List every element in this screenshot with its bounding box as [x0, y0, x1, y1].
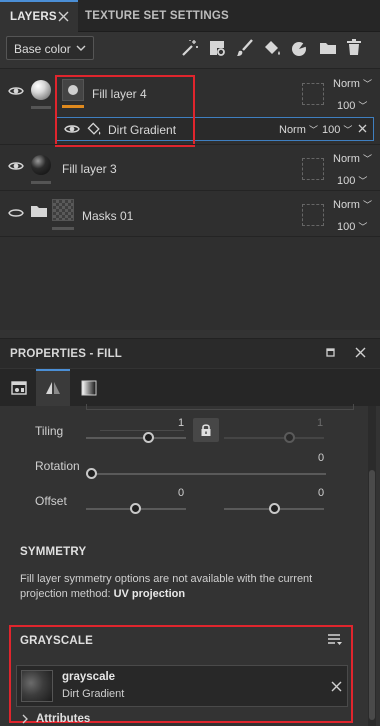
chevron-down-icon: ﹀ — [358, 176, 368, 186]
fill-layer-icon[interactable] — [207, 38, 227, 58]
mask-bar — [52, 227, 74, 230]
rotation-slider-track[interactable] — [86, 473, 326, 475]
tab-layers-label: LAYERS — [10, 11, 57, 23]
layer-blend-preview — [302, 204, 324, 226]
chevron-down-icon: ﹀ — [362, 79, 372, 89]
tiling-label: Tiling — [35, 424, 64, 438]
channel-dropdown-value: Base color — [14, 42, 71, 56]
blend-mode-value: Norm — [279, 124, 306, 136]
layer-divider — [0, 190, 380, 191]
scrollbar-thumb[interactable] — [369, 470, 375, 720]
layer-name[interactable]: Fill layer 3 — [62, 162, 117, 176]
rotation-label: Rotation — [35, 459, 80, 473]
blend-mode-select[interactable]: Norm ﹀ — [333, 198, 372, 211]
opacity-select[interactable]: 100 ﹀ — [322, 123, 352, 136]
tiling-value-2: 1 — [317, 417, 324, 429]
material-preview-bar — [31, 181, 51, 184]
channel-dropdown[interactable]: Base color — [6, 36, 94, 60]
opacity-value: 100 — [337, 221, 356, 233]
collapsed-section-edge — [86, 404, 354, 410]
tab-texture-set-settings[interactable]: TEXTURE SET SETTINGS — [85, 10, 229, 22]
highlight-box — [55, 75, 195, 147]
blend-mode-value: Norm — [333, 78, 360, 90]
tab-layers[interactable]: LAYERS — [0, 0, 78, 32]
group-mask-thumbnail[interactable] — [52, 199, 74, 221]
blend-mode-value: Norm — [333, 199, 360, 211]
paint-bucket-icon[interactable] — [262, 38, 282, 58]
remove-effect-icon[interactable] — [358, 124, 367, 133]
opacity-value: 100 — [322, 124, 341, 136]
blend-mode-select[interactable]: Norm ﹀ — [333, 152, 372, 165]
tab-general-settings[interactable] — [2, 369, 36, 406]
material-preview-sphere — [31, 80, 51, 100]
offset-u-value[interactable]: 0 — [178, 487, 184, 499]
tiling-value[interactable]: 1 — [178, 417, 184, 429]
chevron-down-icon: ﹀ — [358, 101, 368, 111]
add-effect-icon[interactable] — [290, 38, 310, 58]
chevron-down-icon — [76, 45, 86, 52]
properties-title: PROPERTIES - FILL — [10, 348, 123, 360]
highlight-box — [9, 625, 353, 723]
offset-label: Offset — [35, 494, 67, 508]
properties-header: PROPERTIES - FILL — [0, 338, 380, 368]
tab-uv-projection[interactable] — [36, 369, 70, 406]
maximize-icon[interactable] — [326, 348, 335, 357]
attributes-section-title[interactable]: Attributes — [36, 713, 90, 725]
chevron-down-icon: ﹀ — [358, 222, 368, 232]
symmetry-info-text: Fill layer symmetry options are not avai… — [20, 572, 360, 602]
blend-mode-select[interactable]: Norm ﹀ — [279, 123, 318, 136]
rotation-value[interactable]: 0 — [318, 452, 324, 464]
offset-v-slider-handle[interactable] — [269, 503, 280, 514]
layer-blend-preview — [302, 158, 324, 180]
opacity-value: 100 — [337, 100, 356, 112]
projection-method-name: UV projection — [113, 588, 186, 600]
tiling-lock-button[interactable] — [193, 418, 219, 442]
close-icon[interactable] — [355, 347, 366, 358]
tiling-slider-track-2 — [224, 437, 324, 439]
material-preview-sphere — [31, 155, 51, 175]
symmetry-section-title: SYMMETRY — [20, 546, 87, 558]
symmetry-triangle-icon — [46, 382, 60, 394]
symmetry-info-prefix: projection method: — [20, 588, 114, 600]
tiling-slider-handle-2 — [284, 432, 295, 443]
close-tab-icon[interactable] — [58, 11, 69, 22]
magic-wand-icon[interactable] — [180, 38, 200, 58]
layer-blend-preview — [302, 83, 324, 105]
visibility-eye-icon[interactable] — [8, 160, 24, 172]
blend-mode-value: Norm — [333, 153, 360, 165]
folder-icon[interactable] — [318, 38, 338, 58]
chevron-down-icon: ﹀ — [343, 125, 353, 135]
lock-icon — [201, 424, 211, 436]
chevron-down-icon: ﹀ — [362, 200, 372, 210]
opacity-select[interactable]: 100 ﹀ — [337, 99, 367, 112]
trash-icon[interactable] — [344, 38, 364, 58]
tiling-slider-handle[interactable] — [143, 432, 154, 443]
symmetry-info-line-1: Fill layer symmetry options are not avai… — [20, 573, 313, 585]
settings-panel-icon — [11, 381, 27, 395]
opacity-value: 100 — [337, 175, 356, 187]
offset-v-value[interactable]: 0 — [318, 487, 324, 499]
hidden-eye-icon[interactable] — [8, 207, 24, 219]
layer-divider — [0, 144, 380, 145]
symmetry-info-line-2: projection method: UV projection — [20, 587, 360, 602]
paint-brush-icon[interactable] — [235, 38, 255, 58]
layer-divider — [0, 68, 380, 69]
chevron-right-icon[interactable] — [22, 714, 28, 724]
offset-u-slider-handle[interactable] — [130, 503, 141, 514]
tab-material[interactable] — [72, 369, 106, 406]
material-preview-bar — [31, 106, 51, 109]
tiling-slider-track[interactable] — [86, 437, 186, 439]
chevron-down-icon: ﹀ — [308, 125, 318, 135]
opacity-select[interactable]: 100 ﹀ — [337, 220, 367, 233]
chevron-down-icon: ﹀ — [362, 154, 372, 164]
gradient-square-icon — [81, 380, 97, 396]
tiling-value-underline — [100, 430, 184, 431]
visibility-eye-icon[interactable] — [8, 85, 24, 97]
folder-icon — [30, 203, 48, 219]
rotation-slider-handle[interactable] — [86, 468, 97, 479]
folder-name[interactable]: Masks 01 — [82, 209, 133, 223]
blend-mode-select[interactable]: Norm ﹀ — [333, 77, 372, 90]
opacity-select[interactable]: 100 ﹀ — [337, 174, 367, 187]
layer-divider — [0, 236, 380, 237]
